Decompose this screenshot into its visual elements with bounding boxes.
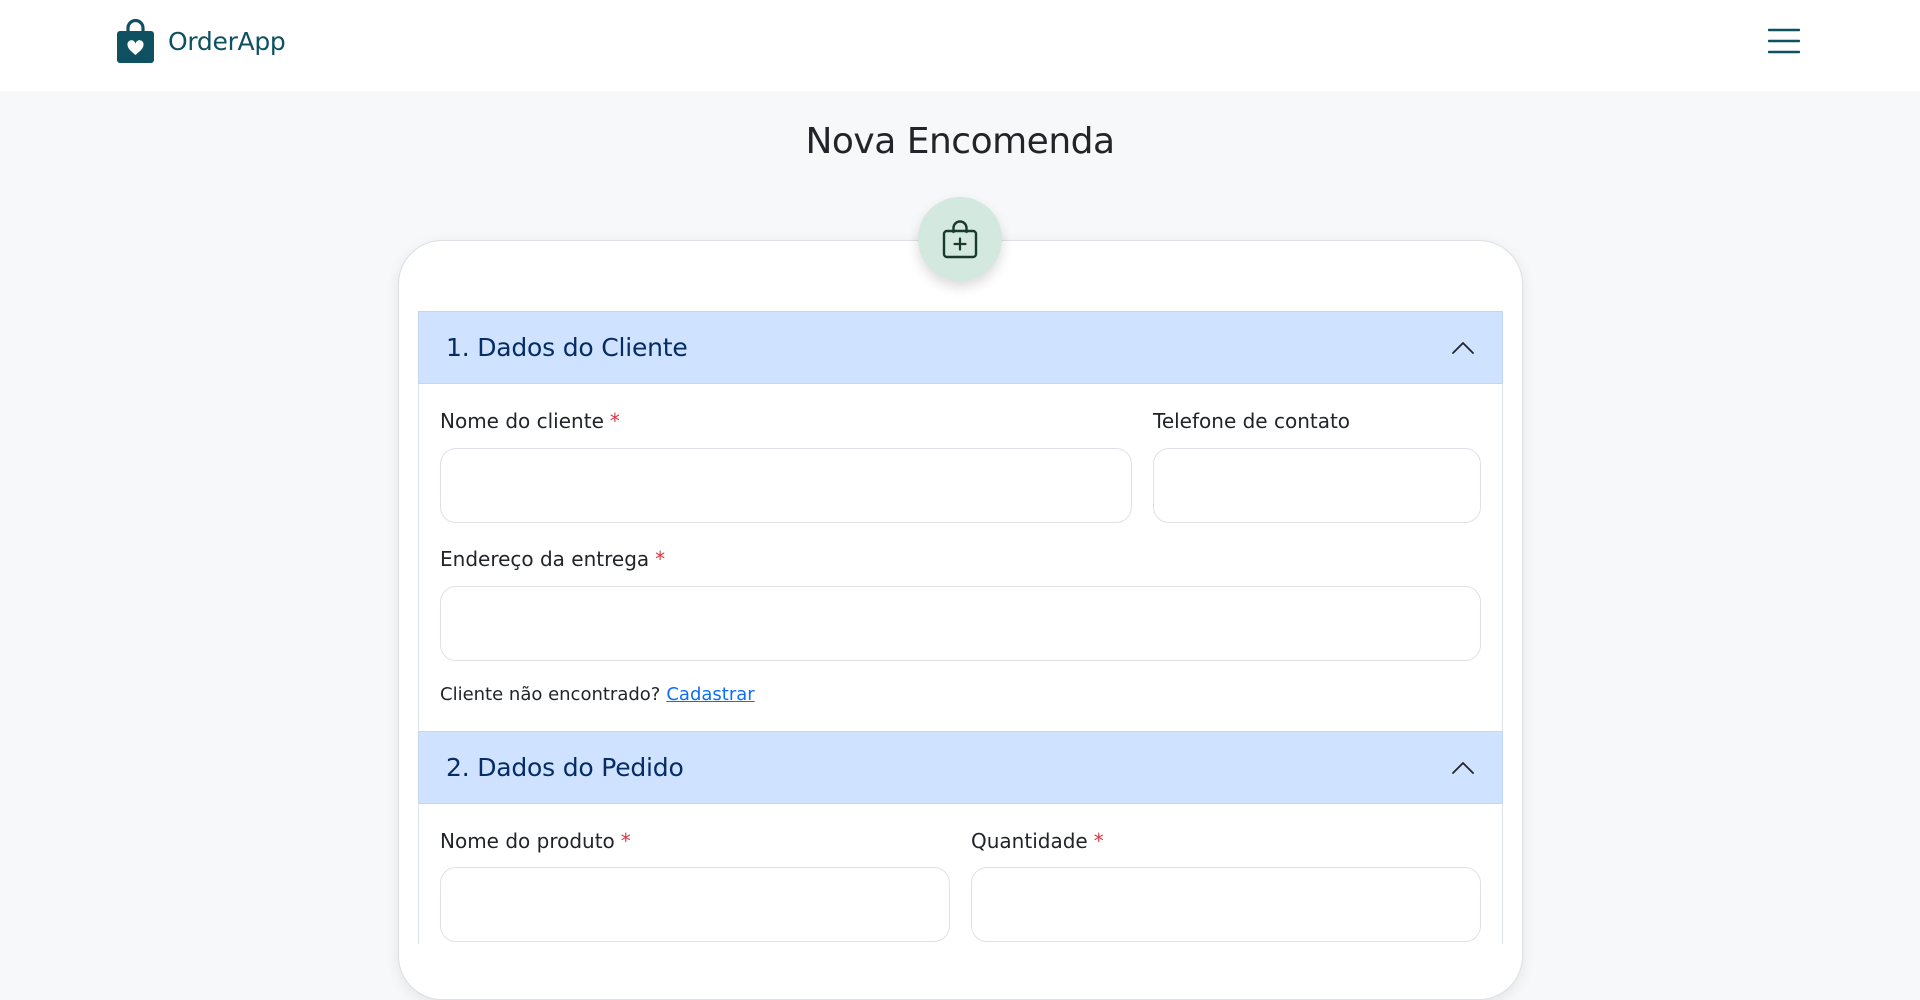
order-badge xyxy=(918,197,1002,281)
section-order-header[interactable]: 2. Dados do Pedido xyxy=(418,731,1503,804)
quantity-label: Quantidade * xyxy=(971,829,1104,853)
customer-name-label-text: Nome do cliente xyxy=(440,409,604,433)
product-name-label-text: Nome do produto xyxy=(440,829,615,853)
register-customer-link[interactable]: Cadastrar xyxy=(666,684,754,705)
phone-input[interactable] xyxy=(1153,448,1481,523)
section-customer-title: 1. Dados do Cliente xyxy=(446,333,688,362)
address-label-text: Endereço da entrega xyxy=(440,547,650,571)
hamburger-menu-icon xyxy=(1768,28,1800,54)
product-name-input[interactable] xyxy=(440,867,950,942)
helper-text: Cliente não encontrado? xyxy=(440,684,661,705)
section-customer-header[interactable]: 1. Dados do Cliente xyxy=(418,311,1503,384)
shopping-bag-heart-icon xyxy=(117,19,154,63)
quantity-input[interactable] xyxy=(971,867,1481,942)
customer-name-label: Nome do cliente * xyxy=(440,409,620,433)
required-asterisk: * xyxy=(1093,829,1104,853)
product-name-label: Nome do produto * xyxy=(440,829,631,853)
required-asterisk: * xyxy=(620,829,631,853)
menu-toggle-button[interactable] xyxy=(1763,24,1805,58)
section-order-title: 2. Dados do Pedido xyxy=(446,753,684,782)
quantity-label-text: Quantidade xyxy=(971,829,1088,853)
address-label: Endereço da entrega * xyxy=(440,547,665,571)
brand-link[interactable]: OrderApp xyxy=(117,19,286,63)
page-title: Nova Encomenda xyxy=(805,121,1115,162)
shopping-bag-plus-icon xyxy=(942,220,978,259)
address-input[interactable] xyxy=(440,586,1481,661)
customer-not-found-helper: Cliente não encontrado? Cadastrar xyxy=(440,684,755,705)
chevron-up-icon xyxy=(1452,341,1474,354)
brand-name: OrderApp xyxy=(168,26,286,56)
chevron-up-icon xyxy=(1452,761,1474,774)
required-asterisk: * xyxy=(609,409,620,433)
navbar: OrderApp xyxy=(0,0,1920,91)
phone-label: Telefone de contato xyxy=(1153,409,1351,433)
required-asterisk: * xyxy=(655,547,666,571)
customer-name-input[interactable] xyxy=(440,448,1132,523)
